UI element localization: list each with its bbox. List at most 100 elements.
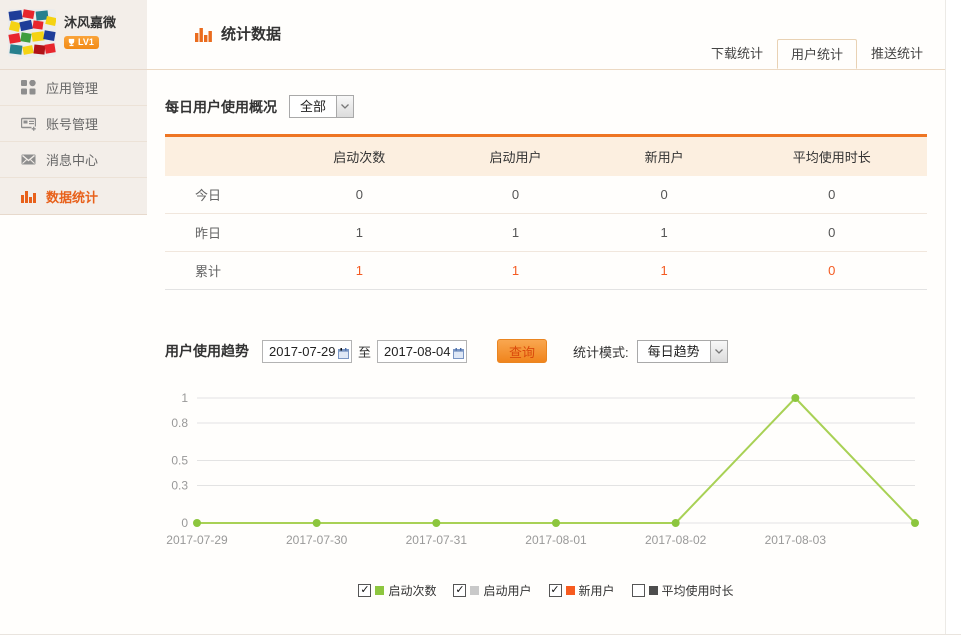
legend-label: 启动用户 [483,582,531,599]
selected-option: 每日趋势 [638,341,710,362]
tab-label: 用户统计 [791,47,843,62]
table-row-today: 今日 0 0 0 0 [165,176,927,214]
data-point [193,519,201,527]
data-point [672,519,680,527]
y-axis-tick: 0.5 [171,454,188,468]
sidebar-item-data-statistics[interactable]: 数据统计 [0,178,147,214]
x-axis-tick: 2017-07-30 [286,533,348,547]
y-axis-tick: 0 [181,516,188,530]
legend-label: 新用户 [579,582,615,599]
envelope-icon [21,152,36,167]
y-axis-tick: 0.8 [171,416,188,430]
sidebar-item-account-management[interactable]: 账号管理 [0,106,147,142]
sidebar-item-label: 应用管理 [46,78,98,97]
sidebar-nav: 应用管理 账号管理 [0,70,147,215]
x-axis-tick: 2017-08-03 [765,533,827,547]
overview-filter-select[interactable]: 全部 [289,95,354,118]
series-color-swatch [649,586,658,595]
data-point [911,519,919,527]
trend-line-chart-svg: 0 0.3 0.5 0.8 1 2017-07-29 2017-07-30 2017-07-3… [165,376,945,556]
cell-value: 0 [439,176,591,214]
app-grid-icon [21,80,36,95]
tab-label: 下载统计 [711,46,763,61]
series-color-swatch [375,586,384,595]
daily-overview-label: 每日用户使用概况 [165,97,277,117]
cell-value: 1 [279,214,439,252]
sidebar-item-message-center[interactable]: 消息中心 [0,142,147,178]
series-color-swatch [470,586,479,595]
column-header: 平均使用时长 [736,136,927,176]
table-row-total: 累计 1 1 1 0 [165,252,927,290]
tab-push-stats[interactable]: 推送统计 [857,39,937,69]
column-header: 启动用户 [439,136,591,176]
tab-label: 推送统计 [871,46,923,61]
trophy-icon [67,38,76,47]
content-area: 每日用户使用概况 全部 启动次数 启动用户 新用户 [147,70,945,634]
stats-mode-select[interactable]: 每日趋势 [637,340,728,363]
data-point [552,519,560,527]
checked-checkbox-icon[interactable]: ✓ [549,584,562,597]
cell-value: 0 [736,214,927,252]
legend-label: 启动次数 [388,582,436,599]
cell-value: 1 [592,252,737,290]
calendar-icon[interactable] [453,346,464,357]
app-logo [8,9,56,57]
calendar-icon[interactable] [338,346,349,357]
tab-user-stats[interactable]: 用户统计 [777,39,857,69]
chevron-down-icon [336,96,353,117]
user-name: 沐风嘉微 [64,12,116,31]
cell-value: 1 [439,214,591,252]
stats-mode-label: 统计模式: [573,342,629,361]
cell-value: 1 [439,252,591,290]
checked-checkbox-icon[interactable]: ✓ [453,584,466,597]
usage-trend-label: 用户使用趋势 [165,341,249,361]
user-level-text: LV1 [78,37,94,48]
legend-item[interactable]: ✓ 启动次数 [358,582,436,599]
column-header [165,136,279,176]
account-card-icon [21,116,36,131]
bar-chart-icon [21,189,36,204]
legend-item[interactable]: ✓ 启动用户 [453,582,531,599]
data-point [313,519,321,527]
app-window: 沐风嘉微 LV1 [0,0,946,634]
usage-overview-table: 启动次数 启动用户 新用户 平均使用时长 今日 0 0 0 0 [165,134,927,290]
cell-value: 0 [736,176,927,214]
tab-download-stats[interactable]: 下载统计 [697,39,777,69]
checked-checkbox-icon[interactable]: ✓ [358,584,371,597]
row-label: 昨日 [165,214,279,252]
tab-bar: 下载统计 用户统计 推送统计 [697,39,937,69]
y-axis-tick: 1 [181,391,188,405]
data-point [432,519,440,527]
x-axis-tick: 2017-08-01 [525,533,587,547]
column-header: 启动次数 [279,136,439,176]
cell-value: 0 [279,176,439,214]
bar-chart-icon [195,26,212,42]
user-level-badge: LV1 [64,36,99,49]
cell-value: 0 [736,252,927,290]
y-axis-tick: 0.3 [171,479,188,493]
table-header-row: 启动次数 启动用户 新用户 平均使用时长 [165,136,927,176]
date-range-to-label: 至 [358,342,371,361]
data-point [791,394,799,402]
page-title-text: 统计数据 [221,23,281,44]
x-axis-tick: 2017-07-31 [406,533,468,547]
cell-value: 0 [592,176,737,214]
user-profile-block: 沐风嘉微 LV1 [0,0,147,70]
series-color-swatch [566,586,575,595]
sidebar-item-app-management[interactable]: 应用管理 [0,70,147,106]
unchecked-checkbox-icon[interactable] [632,584,645,597]
legend-item[interactable]: ✓ 新用户 [549,582,615,599]
query-button[interactable]: 查询 [497,339,547,363]
legend-item[interactable]: 平均使用时长 [632,582,734,599]
page-title: 统计数据 [195,23,281,44]
sidebar: 沐风嘉微 LV1 [0,0,147,634]
table-row-yesterday: 昨日 1 1 1 0 [165,214,927,252]
sidebar-item-label: 消息中心 [46,150,98,169]
row-label: 累计 [165,252,279,290]
chevron-down-icon [710,341,727,362]
cell-value: 1 [279,252,439,290]
sidebar-item-label: 数据统计 [46,187,98,206]
sidebar-item-label: 账号管理 [46,114,98,133]
cell-value: 1 [592,214,737,252]
x-axis-tick: 2017-07-29 [166,533,228,547]
